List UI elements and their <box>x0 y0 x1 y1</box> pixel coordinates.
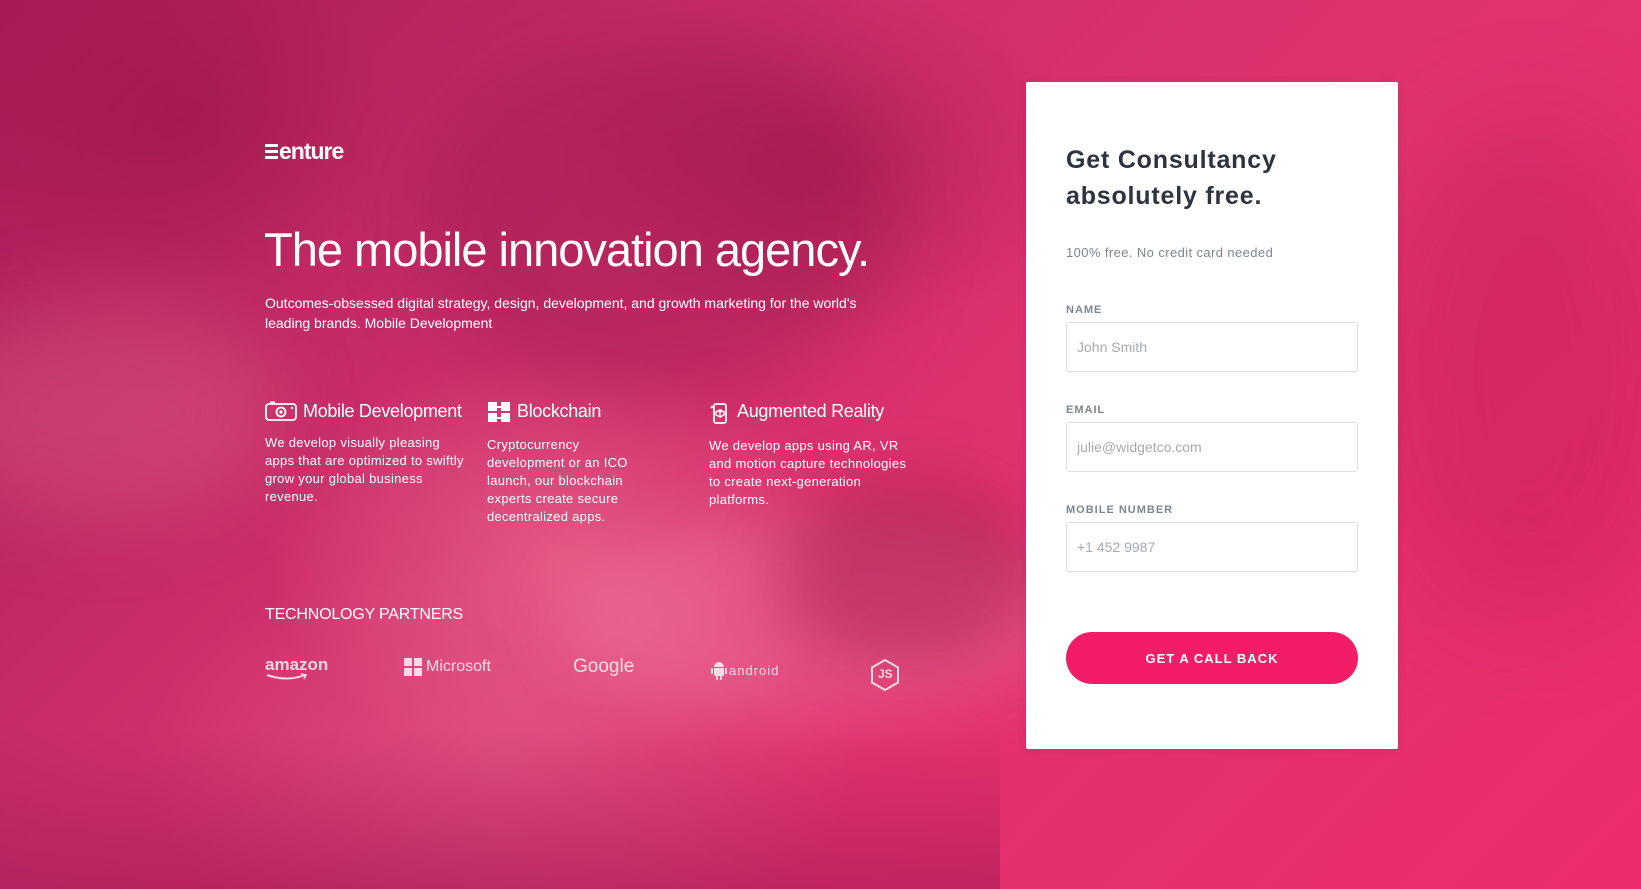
consultancy-form-card: Get Consultancy absolutely free. 100% fr… <box>1026 82 1398 749</box>
mobile-number-input[interactable] <box>1066 522 1358 572</box>
partner-amazon-logo: amazon <box>265 655 328 681</box>
amazon-smile-icon <box>266 673 308 680</box>
feature-description: Cryptocurrency development or an ICO lau… <box>487 437 628 524</box>
name-label: NAME <box>1066 304 1103 316</box>
form-title: Get Consultancy absolutely free. <box>1066 146 1277 210</box>
feature-augmented-reality: Augmented Reality We develop apps using … <box>709 398 909 509</box>
augmented-reality-icon <box>710 403 727 424</box>
hero-headline: The mobile innovation agency. <box>264 223 870 276</box>
partner-microsoft-label: Microsoft <box>426 658 491 675</box>
partner-google-label: Google <box>573 656 635 677</box>
android-robot-icon <box>711 662 727 680</box>
partner-google-logo: Google <box>573 656 634 678</box>
mobile-number-label: MOBILE NUMBER <box>1066 504 1174 516</box>
email-input[interactable] <box>1066 422 1358 472</box>
form-subtitle: 100% free. No credit card needed <box>1066 245 1274 260</box>
feature-description: We develop visually pleasing apps that a… <box>265 435 464 504</box>
partners-heading: TECHNOLOGY PARTNERS <box>265 606 464 623</box>
get-call-back-button[interactable]: GET A CALL BACK <box>1066 632 1358 684</box>
partner-nodejs-label: JS <box>878 667 893 681</box>
feature-mobile-development: Mobile Development We develop visually p… <box>265 398 465 506</box>
feature-description: We develop apps using AR, VR and motion … <box>709 438 907 507</box>
partner-nodejs-logo: JS <box>869 658 901 692</box>
name-input[interactable] <box>1066 322 1358 372</box>
hero-subline: Outcomes-obsessed digital strategy, desi… <box>265 295 857 331</box>
feature-title: Blockchain <box>517 401 602 421</box>
blockchain-icon <box>488 402 510 422</box>
logo-mark-icon <box>265 144 278 159</box>
feature-title: Mobile Development <box>303 401 462 421</box>
microsoft-windows-icon <box>404 658 422 676</box>
partner-microsoft-logo: Microsoft <box>404 658 491 676</box>
partner-android-label: android <box>729 662 780 678</box>
email-label: EMAIL <box>1066 404 1106 416</box>
partner-amazon-label: amazon <box>265 655 329 674</box>
partner-android-logo: android <box>711 660 779 680</box>
feature-title: Augmented Reality <box>737 401 884 421</box>
mobile-development-icon <box>265 401 297 421</box>
logo-text: enture <box>279 138 344 164</box>
brand-logo[interactable]: enture <box>265 138 344 165</box>
feature-blockchain: Blockchain Cryptocurrency development or… <box>487 398 657 526</box>
